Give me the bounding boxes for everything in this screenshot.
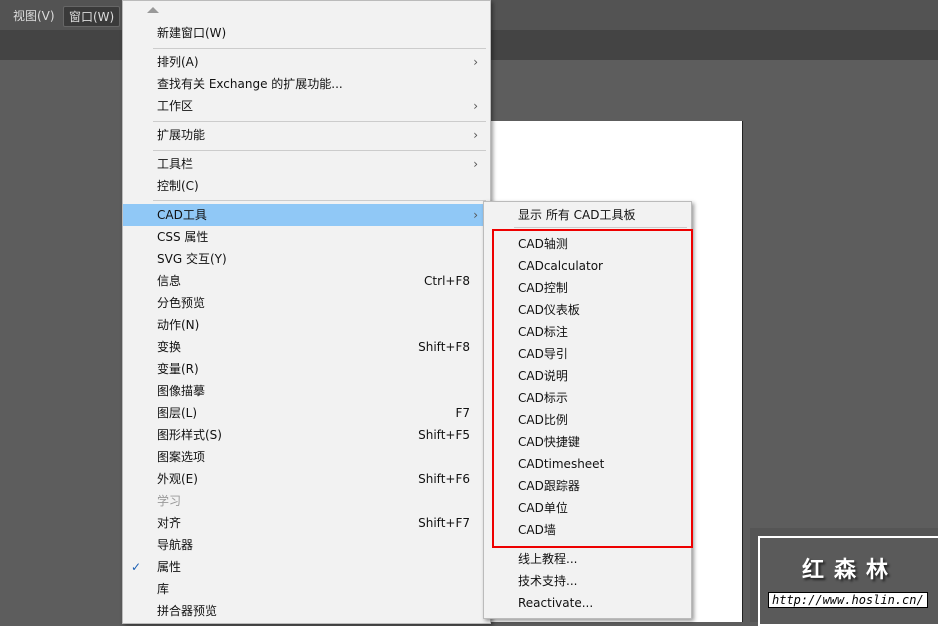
menu-item-label: 变量(R) bbox=[157, 362, 199, 376]
watermark: 红森林 http://www.hoslin.cn/ bbox=[750, 528, 938, 626]
menu-item[interactable]: CAD工具 › bbox=[123, 204, 490, 226]
menu-item[interactable]: 变量(R) bbox=[123, 358, 490, 380]
menu-item[interactable]: 排列(A) › bbox=[123, 51, 490, 73]
menu-item[interactable]: 控制(C) bbox=[123, 175, 490, 197]
menu-item-label: 动作(N) bbox=[157, 318, 200, 332]
menu-item[interactable]: CSS 属性 bbox=[123, 226, 490, 248]
window-menu: 新建窗口(W) 排列(A) › 查找有关 Exchange 的扩展功能... 工作区 › 扩… bbox=[122, 0, 491, 624]
menu-item[interactable]: 拼合器预览 bbox=[123, 600, 490, 622]
menu-item-label: 新建窗口(W) bbox=[157, 26, 227, 40]
shortcut-label: Shift+F7 bbox=[418, 516, 470, 530]
menu-item-label: 对齐 bbox=[157, 516, 182, 530]
menu-item[interactable]: 动作(N) bbox=[123, 314, 490, 336]
menu-item-label: 学习 bbox=[157, 494, 182, 508]
menu-separator bbox=[153, 200, 486, 201]
menu-item-label: 图案选项 bbox=[157, 450, 206, 464]
menu-item-label: 信息 bbox=[157, 274, 182, 288]
chevron-right-icon: › bbox=[473, 55, 478, 69]
menu-item-label: 控制(C) bbox=[157, 179, 199, 193]
shortcut-label: Ctrl+F8 bbox=[424, 274, 470, 288]
menu-item-label: CAD工具 bbox=[157, 208, 207, 222]
menu-view[interactable]: 视图(V) bbox=[8, 6, 60, 25]
menu-item[interactable]: 图像描摹 bbox=[123, 380, 490, 402]
menu-item[interactable]: 导航器 bbox=[123, 534, 490, 556]
menu-item[interactable]: 外观(E) Shift+F6 bbox=[123, 468, 490, 490]
menu-item[interactable]: 工具栏 › bbox=[123, 153, 490, 175]
menu-item[interactable]: 属性 ✓ bbox=[123, 556, 490, 578]
menu-item[interactable]: 库 bbox=[123, 578, 490, 600]
menu-item[interactable]: 图案选项 bbox=[123, 446, 490, 468]
menu-item-label: 导航器 bbox=[157, 538, 194, 552]
chevron-right-icon: › bbox=[473, 157, 478, 171]
menu-separator bbox=[153, 150, 486, 151]
menu-item-label: 排列(A) bbox=[157, 55, 199, 69]
menu-item-label: 扩展功能 bbox=[157, 128, 206, 142]
scroll-up-arrow-icon[interactable] bbox=[147, 7, 159, 13]
menu-item[interactable]: 线上教程... bbox=[484, 548, 691, 570]
menu-item-label: 库 bbox=[157, 582, 170, 596]
watermark-url: http://www.hoslin.cn/ bbox=[768, 592, 928, 608]
menu-item[interactable]: 信息 Ctrl+F8 bbox=[123, 270, 490, 292]
menu-item-label: Reactivate... bbox=[518, 596, 594, 610]
shortcut-label: F7 bbox=[455, 406, 470, 420]
menu-item-label: 变换 bbox=[157, 340, 182, 354]
menu-item-label: SVG 交互(Y) bbox=[157, 252, 227, 266]
menu-item-label: CSS 属性 bbox=[157, 230, 209, 244]
menu-item[interactable]: 新建窗口(W) bbox=[123, 22, 490, 44]
menu-item-label: 图像描摹 bbox=[157, 384, 206, 398]
chevron-right-icon: › bbox=[473, 208, 478, 222]
menu-item[interactable]: 变换 Shift+F8 bbox=[123, 336, 490, 358]
menu-separator bbox=[153, 121, 486, 122]
menu-item[interactable]: 扩展功能 › bbox=[123, 124, 490, 146]
menu-item[interactable]: SVG 交互(Y) bbox=[123, 248, 490, 270]
menu-item[interactable]: Reactivate... bbox=[484, 592, 691, 614]
menu-item[interactable]: 显示 所有 CAD工具板 bbox=[484, 204, 691, 226]
menu-item-label: 图形样式(S) bbox=[157, 428, 222, 442]
chevron-right-icon: › bbox=[473, 128, 478, 142]
menu-item[interactable]: 对齐 Shift+F7 bbox=[123, 512, 490, 534]
shortcut-label: Shift+F8 bbox=[418, 340, 470, 354]
menu-item[interactable]: 分色预览 bbox=[123, 292, 490, 314]
menu-item-label: 技术支持... bbox=[518, 574, 578, 588]
menu-item[interactable]: 图形样式(S) Shift+F5 bbox=[123, 424, 490, 446]
highlight-box bbox=[492, 229, 693, 548]
menu-item[interactable]: 图层(L) F7 bbox=[123, 402, 490, 424]
shortcut-label: Shift+F5 bbox=[418, 428, 470, 442]
menu-separator bbox=[153, 48, 486, 49]
menu-item-label: 查找有关 Exchange 的扩展功能... bbox=[157, 77, 343, 91]
menu-item-label: 外观(E) bbox=[157, 472, 198, 486]
menu-item-label: 工作区 bbox=[157, 99, 194, 113]
menu-item-label: 显示 所有 CAD工具板 bbox=[518, 208, 636, 222]
menu-item-label: 分色预览 bbox=[157, 296, 206, 310]
shortcut-label: Shift+F6 bbox=[418, 472, 470, 486]
menu-item[interactable]: 技术支持... bbox=[484, 570, 691, 592]
menu-separator bbox=[514, 227, 687, 228]
check-icon: ✓ bbox=[131, 560, 142, 574]
menu-item-label: 线上教程... bbox=[518, 552, 578, 566]
chevron-right-icon: › bbox=[473, 99, 478, 113]
watermark-title: 红森林 bbox=[801, 558, 898, 583]
menu-item[interactable]: 工作区 › bbox=[123, 95, 490, 117]
menu-item-label: 工具栏 bbox=[157, 157, 194, 171]
menu-item-label: 拼合器预览 bbox=[157, 604, 218, 618]
menu-item-label: 图层(L) bbox=[157, 406, 198, 420]
menu-item-label: 属性 bbox=[157, 560, 182, 574]
menu-item[interactable]: 学习 bbox=[123, 490, 490, 512]
menu-item[interactable]: 查找有关 Exchange 的扩展功能... bbox=[123, 73, 490, 95]
menu-window[interactable]: 窗口(W) bbox=[63, 6, 121, 27]
